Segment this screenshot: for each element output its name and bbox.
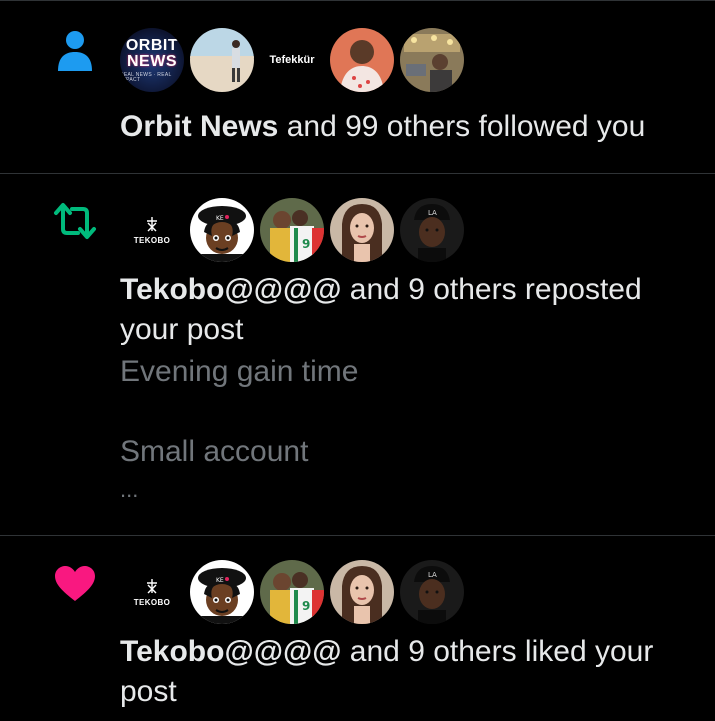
svg-text:LA: LA — [428, 209, 437, 217]
svg-text:LA: LA — [428, 571, 437, 579]
avatar-row: ORBIT NEWS REAL NEWS · REAL IMPACT Tefek… — [120, 28, 464, 92]
actor-name[interactable]: Tekobo@@@@ — [120, 273, 341, 306]
notification-text: Tekobo@@@@ and 9 others liked your post — [120, 632, 680, 712]
avatar-woman-photo[interactable] — [330, 560, 394, 624]
avatar-cafe-photo[interactable] — [400, 28, 464, 92]
post-preview-line — [120, 392, 680, 432]
svg-text:9: 9 — [302, 237, 310, 251]
notification-message: and 99 others followed you — [278, 110, 646, 143]
avatar-row: TEKOBO KE 9 LA — [120, 198, 464, 262]
avatar-tekobo[interactable]: TEKOBO — [120, 560, 184, 624]
post-preview[interactable]: Evening gain time Small account ... — [120, 352, 680, 502]
heart-icon — [52, 561, 98, 607]
post-preview-ellipsis: ... — [120, 477, 139, 502]
avatar-man-cap[interactable]: LA — [400, 198, 464, 262]
avatar-tefekkur[interactable]: Tefekkür — [260, 28, 324, 92]
avatar-cartoon[interactable]: KE — [190, 198, 254, 262]
avatar-man-pink[interactable] — [330, 28, 394, 92]
person-icon — [52, 28, 98, 74]
avatar-orbit-news[interactable]: ORBIT NEWS REAL NEWS · REAL IMPACT — [120, 28, 184, 92]
avatar-cartoon[interactable]: KE — [190, 560, 254, 624]
notification-like[interactable]: TEKOBO KE 9 LA Tekobo@@@@ and 9 others l… — [0, 536, 715, 721]
repost-icon — [52, 198, 98, 244]
notification-text: Tekobo@@@@ and 9 others reposted your po… — [120, 270, 680, 350]
notification-repost[interactable]: TEKOBO KE 9 LA Tekobo@@@@ and 9 others r… — [0, 174, 715, 536]
avatar-tekobo[interactable]: TEKOBO — [120, 198, 184, 262]
svg-text:9: 9 — [302, 599, 310, 613]
actor-name[interactable]: Tekobo@@@@ — [120, 635, 341, 668]
notification-follow[interactable]: ORBIT NEWS REAL NEWS · REAL IMPACT Tefek… — [0, 0, 715, 174]
notifications-feed: ORBIT NEWS REAL NEWS · REAL IMPACT Tefek… — [0, 0, 715, 721]
actor-name[interactable]: Orbit News — [120, 110, 278, 143]
avatar-woman-photo[interactable] — [330, 198, 394, 262]
svg-text:KE: KE — [216, 215, 224, 222]
post-preview-line: Evening gain time — [120, 355, 359, 388]
avatar-man-cap[interactable]: LA — [400, 560, 464, 624]
post-preview-line: Small account — [120, 435, 309, 468]
svg-text:KE: KE — [216, 577, 224, 584]
notification-text: Orbit News and 99 others followed you — [120, 107, 680, 147]
avatar-row: TEKOBO KE 9 LA — [120, 560, 464, 624]
avatar-beach-photo[interactable] — [190, 28, 254, 92]
avatar-soccer-photo[interactable]: 9 — [260, 560, 324, 624]
avatar-soccer-photo[interactable]: 9 — [260, 198, 324, 262]
